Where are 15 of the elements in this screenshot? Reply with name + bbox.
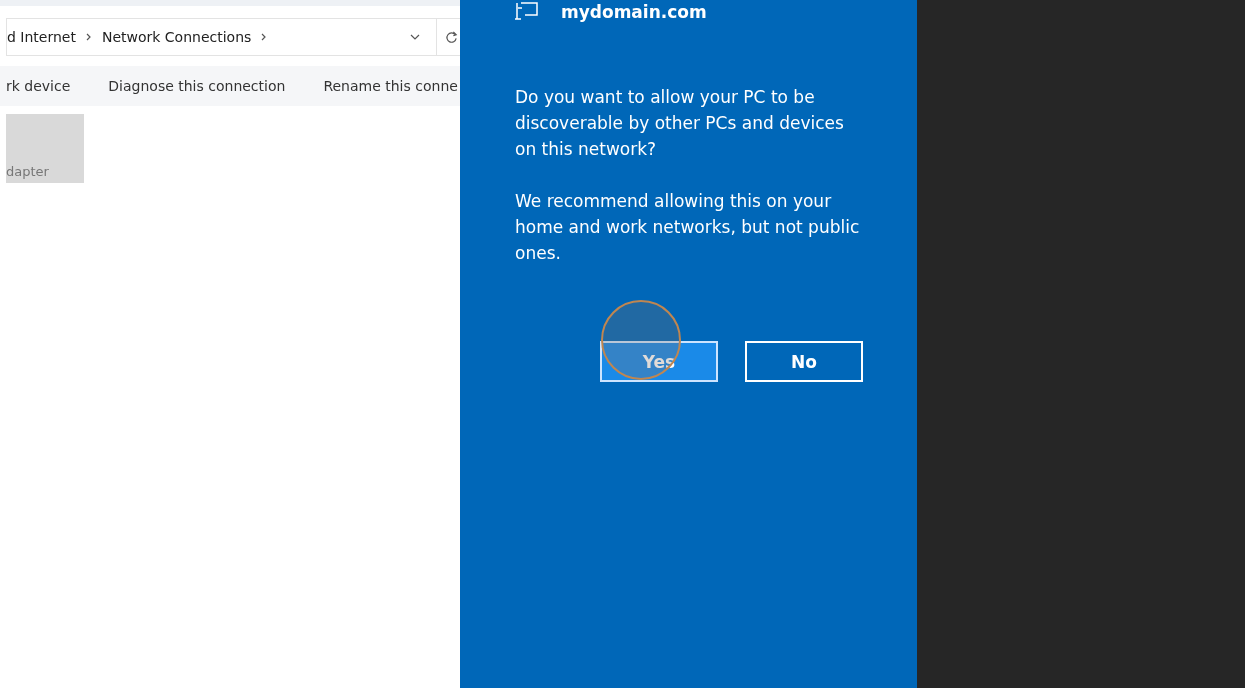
chevron-down-icon[interactable] <box>410 34 420 40</box>
command-item[interactable]: Rename this conne <box>323 78 458 94</box>
chevron-right-icon <box>85 33 92 41</box>
breadcrumb-item[interactable]: Network Connections <box>101 29 252 45</box>
breadcrumb-item[interactable]: d Internet <box>7 29 76 45</box>
command-item[interactable]: rk device <box>6 78 71 94</box>
prompt-text: We recommend allowing this on your home and work networks, but not public ones. <box>515 190 860 265</box>
network-name: mydomain.com <box>561 2 707 22</box>
chevron-right-icon <box>261 33 268 41</box>
answer-button[interactable]: No <box>745 341 863 382</box>
monitor-icon <box>515 2 539 22</box>
command-item[interactable]: Diagnose this connection <box>108 78 286 94</box>
prompt-text: Do you want to allow your PC to be discoverable by other PCs and devices on this network? <box>515 86 845 161</box>
refresh-icon[interactable] <box>445 30 458 44</box>
address-bar[interactable]: d Internet Network Connections <box>6 18 460 56</box>
